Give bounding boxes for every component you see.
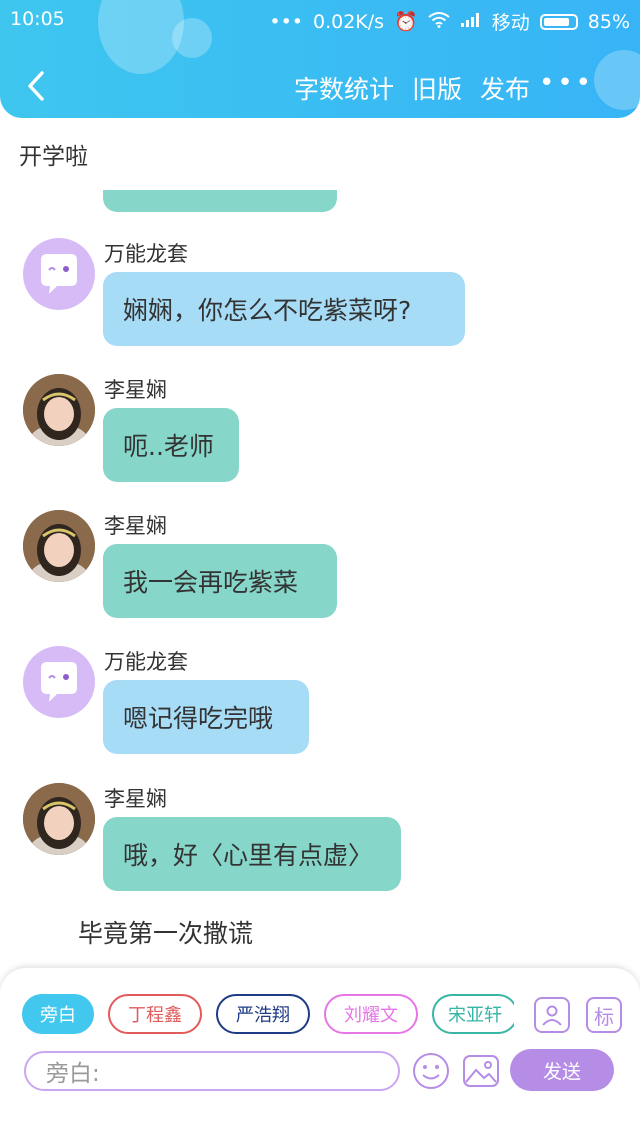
status-time: 10:05 xyxy=(10,8,65,30)
speaker-name: 李星娴 xyxy=(104,787,167,811)
status-bar: 10:05 ••• 0.02K/s ⏰ 移动 85% xyxy=(0,0,640,38)
carrier-name: 移动 xyxy=(491,12,530,34)
message-bubble[interactable]: 嗯记得吃完哦 xyxy=(103,680,309,754)
character-chip[interactable]: 旁白 xyxy=(22,994,94,1034)
battery-fill xyxy=(543,17,570,26)
girl-avatar[interactable] xyxy=(23,783,95,855)
girl-photo-icon xyxy=(23,783,95,855)
more-icon[interactable]: ••• xyxy=(539,68,594,98)
message-input-placeholder: 旁白: xyxy=(46,1061,100,1087)
character-chip[interactable]: 严浩翔 xyxy=(216,994,310,1034)
message-bubble[interactable]: 呃..老师 xyxy=(103,408,239,482)
character-manage-button[interactable] xyxy=(534,997,570,1033)
message-bubble[interactable]: 娴娴，你怎么不吃紫菜呀? xyxy=(103,272,465,346)
chat-bubble-icon xyxy=(41,662,77,702)
chat-bubble-icon xyxy=(41,254,77,294)
publish-button[interactable]: 发布 xyxy=(480,70,530,106)
person-icon xyxy=(542,1005,562,1026)
speaker-name: 万能龙套 xyxy=(104,242,188,266)
cell-signal-icon xyxy=(460,11,482,33)
smiley-icon xyxy=(413,1053,449,1089)
network-speed: 0.02K/s xyxy=(313,10,385,33)
wifi-icon xyxy=(428,11,450,33)
speaker-name: 万能龙套 xyxy=(104,650,188,674)
nav-bar: 字数统计 旧版 发布 ••• xyxy=(0,60,640,112)
notification-dots: ••• xyxy=(269,10,303,33)
speaker-name: 李星娴 xyxy=(104,378,167,402)
top-header: 10:05 ••• 0.02K/s ⏰ 移动 85% 字数统计 旧版 发布 ••… xyxy=(0,0,640,118)
story-title: 开学啦 xyxy=(19,144,88,170)
message-input[interactable]: 旁白: xyxy=(24,1051,400,1091)
send-button[interactable]: 发送 xyxy=(510,1049,614,1091)
message-bubble[interactable]: 我一会再吃紫菜 xyxy=(103,544,337,618)
character-chip[interactable]: 宋亚轩 xyxy=(432,994,514,1034)
partial-message-bubble xyxy=(103,190,337,212)
battery-percent: 85% xyxy=(587,10,630,33)
character-chip[interactable]: 刘耀文 xyxy=(324,994,418,1034)
word-count-button[interactable]: 字数统计 xyxy=(294,70,394,106)
mark-button[interactable]: 标 xyxy=(586,997,622,1033)
battery-icon xyxy=(539,13,578,30)
character-chip[interactable]: 丁程鑫 xyxy=(108,994,202,1034)
back-button[interactable] xyxy=(20,68,56,104)
chevron-left-icon xyxy=(28,71,44,101)
image-button[interactable] xyxy=(462,1052,500,1090)
message-bubble[interactable]: 哦，好〈心里有点虚〉 xyxy=(103,817,401,891)
robot-avatar[interactable] xyxy=(23,646,95,718)
girl-avatar[interactable] xyxy=(23,510,95,582)
emoji-button[interactable] xyxy=(412,1052,450,1090)
mark-button-label: 标 xyxy=(594,1004,614,1029)
girl-avatar[interactable] xyxy=(23,374,95,446)
narration-text: 毕竟第一次撒谎 xyxy=(78,919,254,948)
image-icon xyxy=(463,1055,499,1087)
girl-photo-icon xyxy=(23,374,95,446)
girl-photo-icon xyxy=(23,510,95,582)
send-button-label: 发送 xyxy=(542,1060,581,1083)
old-version-button[interactable]: 旧版 xyxy=(412,70,462,106)
speaker-name: 李星娴 xyxy=(104,514,167,538)
alarm-icon: ⏰ xyxy=(394,11,418,33)
robot-avatar[interactable] xyxy=(23,238,95,310)
